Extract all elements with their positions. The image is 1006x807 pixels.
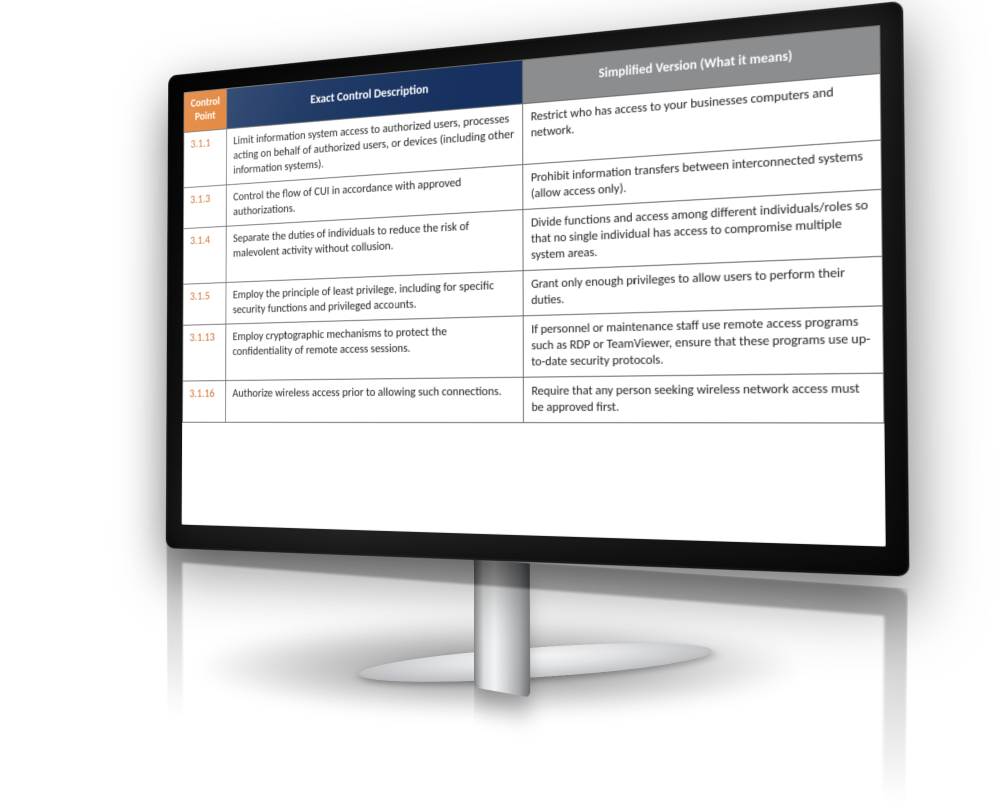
header-control-point: Control Point	[184, 89, 227, 133]
cell-simplified: Require that any person seeking wireless…	[523, 373, 884, 423]
controls-table: Control Point Exact Control Description …	[182, 25, 885, 423]
cell-exact: Employ cryptographic mechanisms to prote…	[226, 316, 524, 381]
cell-control-point: 3.1.4	[183, 226, 226, 284]
cell-control-point: 3.1.3	[183, 185, 226, 229]
cell-simplified: If personnel or maintenance staff use re…	[523, 306, 883, 377]
scene: Control Point Exact Control Description …	[0, 0, 1006, 807]
table-row: 3.1.16 Authorize wireless access prior t…	[183, 373, 885, 423]
cell-control-point: 3.1.16	[183, 380, 226, 422]
monitor: Control Point Exact Control Description …	[166, 1, 910, 577]
cell-control-point: 3.1.1	[184, 129, 227, 188]
monitor-reflection	[166, 538, 907, 807]
cell-control-point: 3.1.5	[183, 282, 226, 325]
